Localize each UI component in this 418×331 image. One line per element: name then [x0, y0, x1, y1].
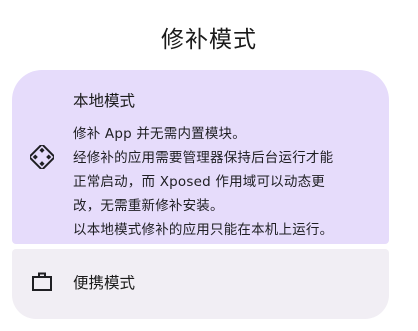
portable-mode-option[interactable]: 便携模式: [12, 249, 389, 319]
dialog-title: 修补模式: [161, 27, 257, 53]
local-mode-option[interactable]: 本地模式 修补 App 并无需内置模块。 经修补的应用需要管理器保持后台运行才能…: [12, 70, 389, 244]
portable-mode-title: 便携模式: [73, 274, 136, 292]
local-mode-title: 本地模式: [73, 92, 136, 110]
local-mode-description-line: 改，无需重新修补安装。: [73, 198, 224, 214]
local-mode-description-line: 修补 App 并无需内置模块。: [73, 126, 246, 142]
diamond-dots-icon: [30, 145, 54, 169]
briefcase-icon: [30, 270, 54, 294]
local-mode-description-line: 正常启动，而 Xposed 作用域可以动态更: [73, 174, 325, 190]
local-mode-description-line: 以本地模式修补的应用只能在本机上运行。: [73, 222, 334, 238]
local-mode-description-line: 经修补的应用需要管理器保持后台运行才能: [73, 150, 334, 166]
local-mode-description: 修补 App 并无需内置模块。 经修补的应用需要管理器保持后台运行才能 正常启动…: [73, 122, 378, 242]
